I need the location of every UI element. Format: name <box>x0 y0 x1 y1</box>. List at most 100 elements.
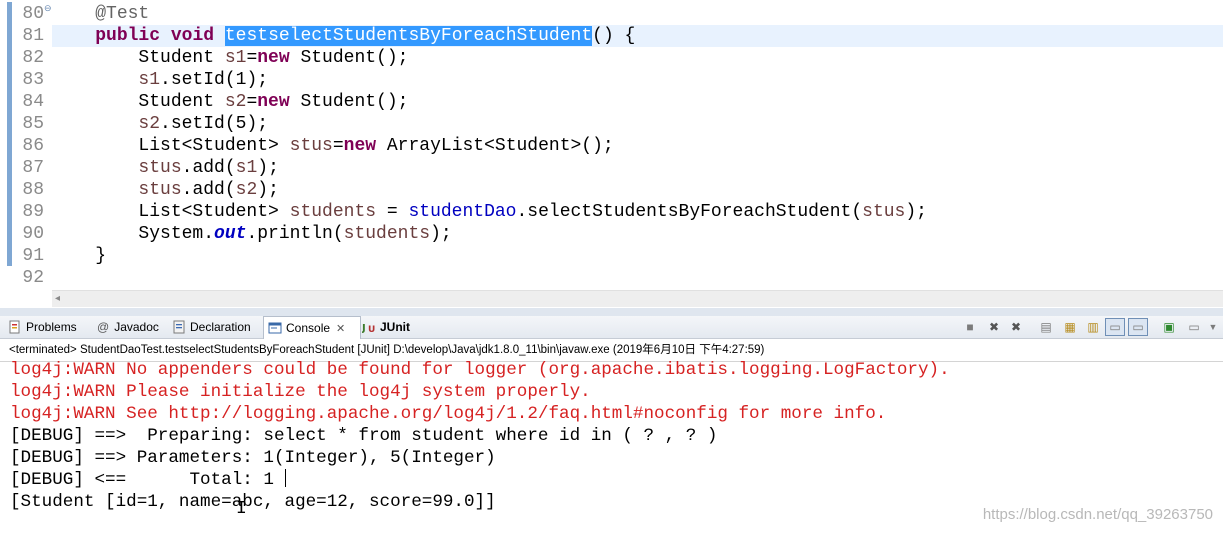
line-number: 92 <box>22 268 44 288</box>
code-token: = <box>376 202 409 222</box>
remove-launch-icon[interactable]: ✖ <box>986 319 1002 335</box>
line-number: 85 <box>22 114 44 134</box>
code-text: @Test <box>52 3 149 25</box>
code-line[interactable]: 89 List<Student> students = studentDao.s… <box>0 201 1223 223</box>
code-token: ); <box>257 158 279 178</box>
code-token: stus <box>862 202 906 222</box>
editor-sash[interactable] <box>0 308 1223 316</box>
terminate-icon[interactable]: ■ <box>962 319 978 335</box>
close-icon[interactable]: ✕ <box>336 323 345 335</box>
console-line-text: log4j:WARN See http://logging.apache.org… <box>10 404 887 424</box>
tab-console[interactable]: Console ✕ <box>263 316 361 339</box>
code-token: List<Student> <box>52 136 290 156</box>
code-line[interactable]: 80 ⊖ @Test <box>0 3 1223 25</box>
view-menu-chevron-down-icon[interactable]: ▼ <box>1205 319 1221 335</box>
line-number: 88 <box>22 180 44 200</box>
code-line[interactable]: 82 Student s1=new Student(); <box>0 47 1223 69</box>
console-line: [DEBUG] ==> Preparing: select * from stu… <box>10 425 950 447</box>
console-line-text: [DEBUG] <== Total: 1 <box>10 470 285 490</box>
code-token: stus <box>289 136 333 156</box>
fold-marker-icon[interactable]: ⊖ <box>44 5 52 14</box>
horizontal-scrollbar[interactable]: ◂ <box>52 290 1223 307</box>
show-console-on-stdout-icon[interactable]: ▭ <box>1105 318 1125 336</box>
code-token: new <box>257 92 290 112</box>
code-line[interactable]: 83 s1.setId(1); <box>0 69 1223 91</box>
code-text: List<Student> stus=new ArrayList<Student… <box>52 135 614 157</box>
code-line[interactable]: 86 List<Student> stus=new ArrayList<Stud… <box>0 135 1223 157</box>
code-token: @Test <box>95 4 150 24</box>
code-token: = <box>246 48 258 68</box>
tab-junit-label: JUnit <box>380 320 410 334</box>
line-number: 84 <box>22 92 44 112</box>
code-line[interactable]: 84 Student s2=new Student(); <box>0 91 1223 113</box>
console-warn-line: log4j:WARN No appenders could be found f… <box>10 359 950 381</box>
problems-icon <box>9 320 20 334</box>
line-number: 87 <box>22 158 44 178</box>
text-cursor-icon: I <box>236 499 247 519</box>
show-console-on-stderr-icon[interactable]: ▭ <box>1128 318 1148 336</box>
pin-console-icon[interactable]: ▣ <box>1161 319 1177 335</box>
scroll-left-icon[interactable]: ◂ <box>55 291 60 307</box>
line-number: 90 <box>22 224 44 244</box>
code-token: ); <box>905 202 927 222</box>
clear-console-icon[interactable]: ▤ <box>1038 319 1054 335</box>
console-line-text: log4j:WARN Please initialize the log4j s… <box>10 382 591 402</box>
console-line-text: [DEBUG] ==> Parameters: 1(Integer), 5(In… <box>10 448 496 468</box>
code-text: stus.add(s2); <box>52 179 279 201</box>
tab-junit[interactable]: J U JUnit <box>358 317 410 337</box>
line-number: 86 <box>22 136 44 156</box>
code-text: stus.add(s1); <box>52 157 279 179</box>
console-line: [DEBUG] <== Total: 1 <box>10 469 950 491</box>
tab-javadoc[interactable]: @ Javadoc <box>93 317 159 337</box>
javadoc-icon: @ <box>97 320 110 334</box>
code-text: Student s1=new Student(); <box>52 47 408 69</box>
code-line[interactable]: 81 public void testselectStudentsByForea… <box>0 25 1223 47</box>
tab-problems[interactable]: Problems <box>4 317 77 337</box>
code-line[interactable]: 88 stus.add(s2); <box>0 179 1223 201</box>
scroll-lock-icon[interactable]: ▦ <box>1062 319 1078 335</box>
junit-icon: J U <box>362 323 375 334</box>
code-line[interactable]: 91 } <box>0 245 1223 267</box>
display-console-icon[interactable]: ▭ <box>1186 319 1202 335</box>
console-warn-line: log4j:WARN See http://logging.apache.org… <box>10 403 950 425</box>
code-lines[interactable]: 80 ⊖ @Test 81 public void testselectStuden… <box>0 3 1223 289</box>
watermark: https://blog.csdn.net/qq_39263750 <box>982 506 1213 523</box>
line-number: 82 <box>22 48 44 68</box>
code-token: } <box>52 246 107 266</box>
code-token: students <box>289 202 377 222</box>
console-line-text: [Student [id=1, name=abc, age=12, score=… <box>10 492 496 512</box>
code-token: stus <box>138 180 182 200</box>
console-warn-line: log4j:WARN Please initialize the log4j s… <box>10 381 950 403</box>
tab-javadoc-label: Javadoc <box>114 320 159 334</box>
code-line[interactable]: 90 System.out.println(students); <box>0 223 1223 245</box>
line-number: 83 <box>22 70 44 90</box>
declaration-icon <box>173 320 185 334</box>
code-token: ); <box>257 180 279 200</box>
selected-method-name: testselectStudentsByForeachStudent <box>224 26 593 46</box>
code-token: students <box>343 224 431 244</box>
code-editor[interactable]: 80 ⊖ @Test 81 public void testselectStuden… <box>0 0 1223 308</box>
remove-all-terminated-icon[interactable]: ✖ <box>1008 319 1024 335</box>
line-number: 91 <box>22 246 44 266</box>
word-wrap-icon[interactable]: ▥ <box>1085 319 1101 335</box>
code-token: .println( <box>246 224 344 244</box>
code-text: s2.setId(5); <box>52 113 268 135</box>
code-token: void <box>170 26 215 46</box>
code-line[interactable]: 85 s2.setId(5); <box>0 113 1223 135</box>
code-token: .add( <box>181 158 236 178</box>
code-line[interactable]: 87 stus.add(s1); <box>0 157 1223 179</box>
code-token: Student(); <box>289 92 409 112</box>
code-token: ArrayList<Student>(); <box>376 136 614 156</box>
console-output[interactable]: log4j:WARN No appenders could be found f… <box>10 359 950 513</box>
code-line[interactable]: 92 <box>0 267 1223 289</box>
code-text: public void testselectStudentsByForeachS… <box>52 25 635 47</box>
console-icon <box>268 322 282 334</box>
code-token: s1 <box>235 158 258 178</box>
line-number: 89 <box>22 202 44 222</box>
tab-declaration[interactable]: Declaration <box>168 317 251 337</box>
code-token: new <box>257 48 290 68</box>
code-token: ); <box>430 224 452 244</box>
